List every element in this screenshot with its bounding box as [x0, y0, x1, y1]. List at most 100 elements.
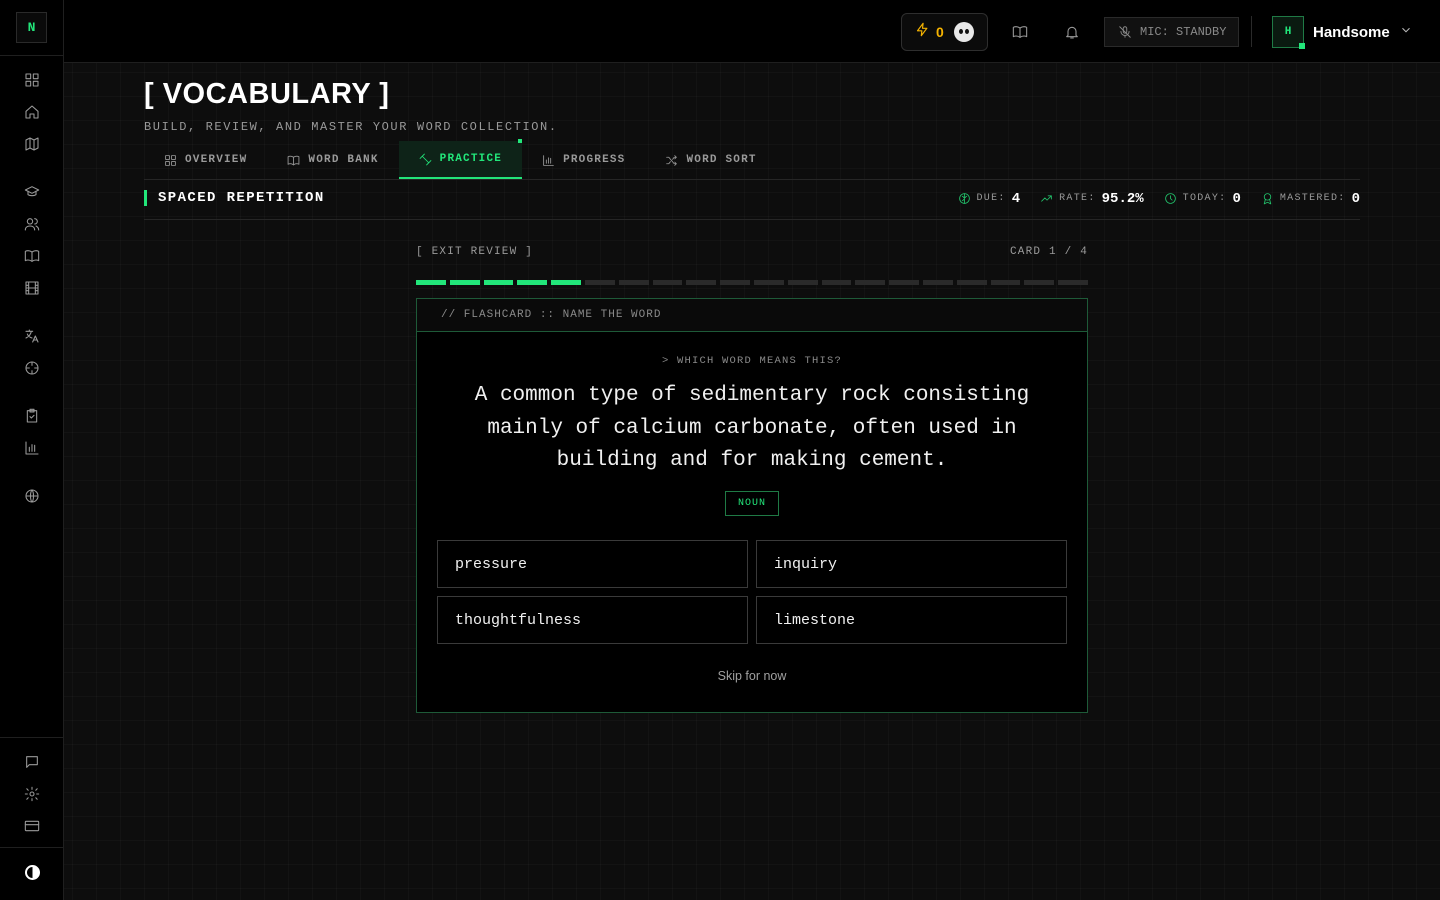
flashcard: // FLASHCARD :: NAME THE WORD > WHICH WO… [416, 298, 1088, 713]
tabs-divider [144, 179, 1360, 180]
answer-option[interactable]: thoughtfulness [437, 596, 748, 644]
skip-button[interactable]: Skip for now [417, 669, 1087, 683]
progress-segment [686, 280, 717, 285]
gear-icon[interactable] [20, 782, 44, 806]
page-subtitle: BUILD, REVIEW, AND MASTER YOUR WORD COLL… [144, 120, 558, 134]
grid-icon [165, 154, 176, 166]
tab-label: WORD BANK [308, 154, 379, 166]
tab-label: PRACTICE [439, 153, 503, 165]
progress-segment [517, 280, 548, 285]
map-icon[interactable] [20, 132, 44, 156]
flashcard-header: // FLASHCARD :: NAME THE WORD [417, 299, 1087, 332]
graduation-cap-icon[interactable] [20, 180, 44, 204]
card-counter: CARD 1 / 4 [1009, 246, 1088, 258]
dumbbell-icon [419, 153, 431, 165]
stat-mastered: MASTERED: 0 [1261, 191, 1360, 207]
stat-rate: RATE: 95.2% [1040, 191, 1144, 207]
mic-off-icon [1119, 26, 1131, 38]
progress-segment [483, 280, 514, 285]
stat-today: TODAY: 0 [1164, 191, 1241, 207]
exit-review-button[interactable]: [ EXIT REVIEW ] [416, 246, 533, 258]
tab-overview[interactable]: OVERVIEW [144, 141, 267, 179]
bar-chart-icon [543, 154, 554, 166]
stats-bar: DUE: 4 RATE: 95.2% TODAY: 0 MASTERED: 0 [958, 190, 1360, 207]
stat-label: MASTERED: [1279, 193, 1346, 204]
part-of-speech-badge: NOUN [725, 491, 779, 516]
answer-option[interactable]: limestone [756, 596, 1067, 644]
tab-label: OVERVIEW [185, 154, 248, 166]
review-progress-bar [416, 280, 1088, 285]
streak-count: 0 [936, 24, 944, 40]
tab-word-bank[interactable]: WORD BANK [267, 141, 398, 179]
crosshair-icon[interactable] [20, 356, 44, 380]
flashcard-definition: A common type of sedimentary rock consis… [474, 384, 1030, 472]
app-logo[interactable]: N [16, 12, 47, 43]
progress-segment [720, 280, 750, 285]
users-icon[interactable] [20, 212, 44, 236]
progress-segment [1024, 280, 1055, 285]
clock-icon [1164, 193, 1176, 204]
tab-progress[interactable]: PROGRESS [522, 141, 645, 179]
sidebar-divider [0, 55, 63, 56]
theme-toggle-icon[interactable] [20, 860, 44, 884]
top-header: 0 MIC: STANDBY H Handsome [64, 0, 1440, 63]
progress-segment [821, 280, 852, 285]
progress-segment [922, 280, 953, 285]
dictionary-icon[interactable] [1008, 20, 1032, 44]
trend-up-icon [1041, 195, 1052, 202]
stat-value: 95.2% [1101, 190, 1144, 207]
progress-segment [551, 280, 581, 285]
stat-value: 0 [1351, 190, 1360, 207]
stat-due: DUE: 4 [958, 190, 1021, 207]
tab-word-sort[interactable]: WORD SORT [645, 141, 776, 179]
streak-button[interactable]: 0 [901, 13, 988, 51]
flashcard-prompt: > WHICH WORD MEANS THIS? [661, 355, 843, 367]
stat-label: DUE: [976, 193, 1006, 204]
progress-segment [652, 280, 683, 285]
globe-icon[interactable] [20, 484, 44, 508]
avatar: H [1272, 16, 1305, 49]
progress-segment [584, 280, 615, 285]
tab-bar: OVERVIEW WORD BANK PRACTICE PROGRESS WOR… [144, 139, 777, 179]
answer-option[interactable]: pressure [437, 540, 748, 588]
stat-label: RATE: [1059, 193, 1096, 204]
header-divider [1251, 16, 1252, 47]
page-title: [ VOCABULARY ] [144, 78, 390, 110]
progress-segment [618, 280, 649, 285]
message-icon[interactable] [20, 750, 44, 774]
progress-segment [753, 280, 784, 285]
answer-option[interactable]: inquiry [756, 540, 1067, 588]
credit-card-icon[interactable] [20, 814, 44, 838]
stat-label: TODAY: [1182, 193, 1227, 204]
bar-chart-icon[interactable] [20, 436, 44, 460]
film-icon[interactable] [20, 276, 44, 300]
progress-segment [889, 280, 919, 285]
progress-segment [449, 280, 480, 285]
lightning-icon [915, 22, 930, 42]
tab-practice[interactable]: PRACTICE [398, 139, 523, 179]
stat-value: 4 [1011, 190, 1021, 207]
mic-status[interactable]: MIC: STANDBY [1104, 17, 1239, 47]
stat-value: 0 [1232, 190, 1241, 207]
book-open-icon [288, 155, 300, 165]
progress-segment [787, 280, 818, 285]
avatar-initial: H [1284, 26, 1292, 38]
shuffle-icon [666, 154, 678, 166]
book-icon[interactable] [20, 244, 44, 268]
sidebar-divider [0, 737, 63, 738]
online-indicator [1299, 43, 1305, 49]
dashboard-icon[interactable] [20, 68, 44, 92]
mic-label: MIC: STANDBY [1140, 25, 1227, 39]
progress-segment [416, 280, 446, 285]
translate-icon[interactable] [20, 324, 44, 348]
tab-label: WORD SORT [686, 154, 757, 166]
progress-segment [855, 280, 886, 285]
tab-label: PROGRESS [563, 154, 626, 166]
progress-segment [990, 280, 1021, 285]
user-menu[interactable]: H Handsome [1272, 16, 1413, 49]
home-icon[interactable] [20, 100, 44, 124]
sidebar: N [0, 0, 64, 900]
bell-icon[interactable] [1060, 20, 1084, 44]
clipboard-check-icon[interactable] [20, 404, 44, 428]
progress-segment [956, 280, 987, 285]
